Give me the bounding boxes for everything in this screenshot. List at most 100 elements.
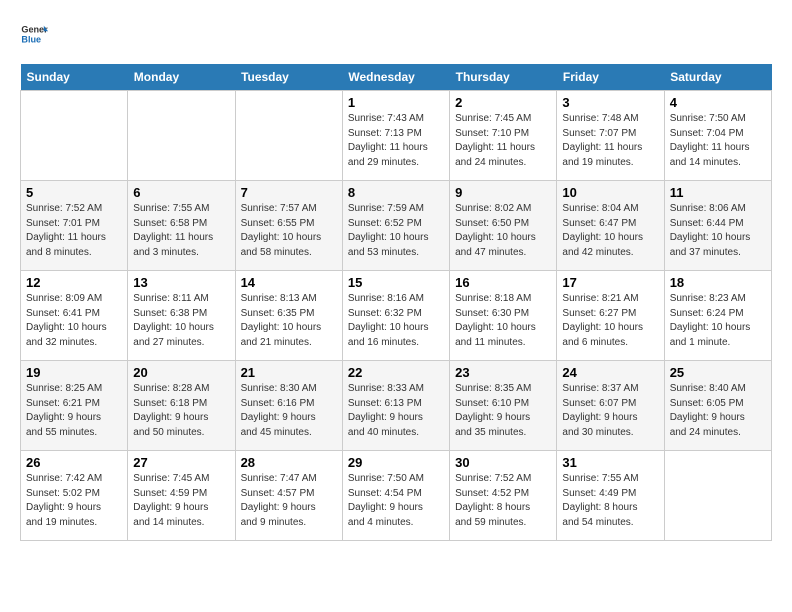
day-info: Sunrise: 8:09 AM Sunset: 6:41 PM Dayligh… bbox=[26, 292, 122, 350]
day-number: 12 bbox=[26, 275, 122, 290]
day-number: 9 bbox=[455, 185, 551, 200]
day-info: Sunrise: 7:52 AM Sunset: 7:01 PM Dayligh… bbox=[26, 202, 122, 260]
calendar-cell: 15 Sunrise: 8:16 AM Sunset: 6:32 PM Dayli… bbox=[342, 271, 449, 361]
calendar-cell: 4 Sunrise: 7:50 AM Sunset: 7:04 PM Daylig… bbox=[664, 91, 771, 181]
day-info: Sunrise: 7:50 AM Sunset: 7:04 PM Dayligh… bbox=[670, 112, 766, 170]
calendar-cell: 13Sunrise: 8:11 AM Sunset: 6:38 PM Dayli… bbox=[128, 271, 235, 361]
calendar-cell: 22 Sunrise: 8:33 AM Sunset: 6:13 PM Dayli… bbox=[342, 361, 449, 451]
calendar-table: SundayMondayTuesdayWednesdayThursdayFrid… bbox=[20, 64, 772, 541]
day-number: 27 bbox=[133, 455, 229, 470]
day-number: 21 bbox=[241, 365, 337, 380]
weekday-header-monday: Monday bbox=[128, 64, 235, 91]
day-info: Sunrise: 7:48 AM Sunset: 7:07 PM Dayligh… bbox=[562, 112, 658, 170]
day-info: Sunrise: 8:02 AM Sunset: 6:50 PM Dayligh… bbox=[455, 202, 551, 260]
day-info: Sunrise: 7:57 AM Sunset: 6:55 PM Dayligh… bbox=[241, 202, 337, 260]
calendar-cell: 30 Sunrise: 7:52 AM Sunset: 4:52 PM Dayli… bbox=[450, 451, 557, 541]
day-info: Sunrise: 7:45 AM Sunset: 4:59 PM Dayligh… bbox=[133, 472, 229, 530]
calendar-week-5: 26Sunrise: 7:42 AM Sunset: 5:02 PM Dayli… bbox=[21, 451, 772, 541]
page-header: General Blue bbox=[20, 20, 772, 48]
day-number: 5 bbox=[26, 185, 122, 200]
weekday-header-row: SundayMondayTuesdayWednesdayThursdayFrid… bbox=[21, 64, 772, 91]
day-number: 7 bbox=[241, 185, 337, 200]
calendar-cell: 11Sunrise: 8:06 AM Sunset: 6:44 PM Dayli… bbox=[664, 181, 771, 271]
calendar-cell: 5 Sunrise: 7:52 AM Sunset: 7:01 PM Daylig… bbox=[21, 181, 128, 271]
calendar-cell: 3 Sunrise: 7:48 AM Sunset: 7:07 PM Daylig… bbox=[557, 91, 664, 181]
day-info: Sunrise: 8:30 AM Sunset: 6:16 PM Dayligh… bbox=[241, 382, 337, 440]
day-number: 28 bbox=[241, 455, 337, 470]
calendar-cell: 18Sunrise: 8:23 AM Sunset: 6:24 PM Dayli… bbox=[664, 271, 771, 361]
calendar-cell: 28 Sunrise: 7:47 AM Sunset: 4:57 PM Dayli… bbox=[235, 451, 342, 541]
day-info: Sunrise: 7:47 AM Sunset: 4:57 PM Dayligh… bbox=[241, 472, 337, 530]
day-number: 20 bbox=[133, 365, 229, 380]
day-info: Sunrise: 7:45 AM Sunset: 7:10 PM Dayligh… bbox=[455, 112, 551, 170]
day-number: 25 bbox=[670, 365, 766, 380]
day-info: Sunrise: 8:11 AM Sunset: 6:38 PM Dayligh… bbox=[133, 292, 229, 350]
day-number: 30 bbox=[455, 455, 551, 470]
calendar-cell: 26Sunrise: 7:42 AM Sunset: 5:02 PM Dayli… bbox=[21, 451, 128, 541]
day-info: Sunrise: 8:35 AM Sunset: 6:10 PM Dayligh… bbox=[455, 382, 551, 440]
calendar-cell: 8Sunrise: 7:59 AM Sunset: 6:52 PM Daylig… bbox=[342, 181, 449, 271]
day-number: 3 bbox=[562, 95, 658, 110]
calendar-cell: 1 Sunrise: 7:43 AM Sunset: 7:13 PM Daylig… bbox=[342, 91, 449, 181]
day-info: Sunrise: 7:55 AM Sunset: 6:58 PM Dayligh… bbox=[133, 202, 229, 260]
calendar-cell: 16 Sunrise: 8:18 AM Sunset: 6:30 PM Dayli… bbox=[450, 271, 557, 361]
calendar-cell: 9 Sunrise: 8:02 AM Sunset: 6:50 PM Daylig… bbox=[450, 181, 557, 271]
day-info: Sunrise: 8:16 AM Sunset: 6:32 PM Dayligh… bbox=[348, 292, 444, 350]
weekday-header-friday: Friday bbox=[557, 64, 664, 91]
calendar-cell: 10 Sunrise: 8:04 AM Sunset: 6:47 PM Dayli… bbox=[557, 181, 664, 271]
day-info: Sunrise: 7:59 AM Sunset: 6:52 PM Dayligh… bbox=[348, 202, 444, 260]
weekday-header-sunday: Sunday bbox=[21, 64, 128, 91]
day-number: 31 bbox=[562, 455, 658, 470]
day-info: Sunrise: 8:28 AM Sunset: 6:18 PM Dayligh… bbox=[133, 382, 229, 440]
svg-text:Blue: Blue bbox=[21, 34, 41, 44]
calendar-cell: 23 Sunrise: 8:35 AM Sunset: 6:10 PM Dayli… bbox=[450, 361, 557, 451]
day-number: 1 bbox=[348, 95, 444, 110]
day-number: 24 bbox=[562, 365, 658, 380]
calendar-cell: 25Sunrise: 8:40 AM Sunset: 6:05 PM Dayli… bbox=[664, 361, 771, 451]
weekday-header-tuesday: Tuesday bbox=[235, 64, 342, 91]
day-info: Sunrise: 8:25 AM Sunset: 6:21 PM Dayligh… bbox=[26, 382, 122, 440]
weekday-header-saturday: Saturday bbox=[664, 64, 771, 91]
calendar-cell: 19 Sunrise: 8:25 AM Sunset: 6:21 PM Dayli… bbox=[21, 361, 128, 451]
calendar-cell bbox=[128, 91, 235, 181]
day-info: Sunrise: 7:52 AM Sunset: 4:52 PM Dayligh… bbox=[455, 472, 551, 530]
calendar-cell: 7 Sunrise: 7:57 AM Sunset: 6:55 PM Daylig… bbox=[235, 181, 342, 271]
calendar-cell: 27 Sunrise: 7:45 AM Sunset: 4:59 PM Dayli… bbox=[128, 451, 235, 541]
day-info: Sunrise: 8:33 AM Sunset: 6:13 PM Dayligh… bbox=[348, 382, 444, 440]
day-number: 29 bbox=[348, 455, 444, 470]
calendar-cell: 20 Sunrise: 8:28 AM Sunset: 6:18 PM Dayli… bbox=[128, 361, 235, 451]
calendar-cell: 17Sunrise: 8:21 AM Sunset: 6:27 PM Dayli… bbox=[557, 271, 664, 361]
calendar-week-1: 1 Sunrise: 7:43 AM Sunset: 7:13 PM Daylig… bbox=[21, 91, 772, 181]
day-number: 16 bbox=[455, 275, 551, 290]
calendar-cell: 14 Sunrise: 8:13 AM Sunset: 6:35 PM Dayli… bbox=[235, 271, 342, 361]
day-info: Sunrise: 8:13 AM Sunset: 6:35 PM Dayligh… bbox=[241, 292, 337, 350]
day-info: Sunrise: 8:18 AM Sunset: 6:30 PM Dayligh… bbox=[455, 292, 551, 350]
calendar-cell bbox=[235, 91, 342, 181]
calendar-cell: 2 Sunrise: 7:45 AM Sunset: 7:10 PM Daylig… bbox=[450, 91, 557, 181]
calendar-cell: 31Sunrise: 7:55 AM Sunset: 4:49 PM Dayli… bbox=[557, 451, 664, 541]
day-number: 2 bbox=[455, 95, 551, 110]
day-number: 4 bbox=[670, 95, 766, 110]
day-number: 10 bbox=[562, 185, 658, 200]
day-number: 15 bbox=[348, 275, 444, 290]
calendar-cell: 21 Sunrise: 8:30 AM Sunset: 6:16 PM Dayli… bbox=[235, 361, 342, 451]
day-info: Sunrise: 7:43 AM Sunset: 7:13 PM Dayligh… bbox=[348, 112, 444, 170]
day-info: Sunrise: 7:42 AM Sunset: 5:02 PM Dayligh… bbox=[26, 472, 122, 530]
calendar-cell bbox=[664, 451, 771, 541]
calendar-week-3: 12 Sunrise: 8:09 AM Sunset: 6:41 PM Dayli… bbox=[21, 271, 772, 361]
day-info: Sunrise: 7:50 AM Sunset: 4:54 PM Dayligh… bbox=[348, 472, 444, 530]
day-number: 17 bbox=[562, 275, 658, 290]
day-number: 23 bbox=[455, 365, 551, 380]
calendar-week-4: 19 Sunrise: 8:25 AM Sunset: 6:21 PM Dayli… bbox=[21, 361, 772, 451]
day-number: 19 bbox=[26, 365, 122, 380]
day-number: 14 bbox=[241, 275, 337, 290]
weekday-header-thursday: Thursday bbox=[450, 64, 557, 91]
day-info: Sunrise: 8:04 AM Sunset: 6:47 PM Dayligh… bbox=[562, 202, 658, 260]
calendar-cell bbox=[21, 91, 128, 181]
logo-icon: General Blue bbox=[20, 20, 48, 48]
calendar-cell: 6Sunrise: 7:55 AM Sunset: 6:58 PM Daylig… bbox=[128, 181, 235, 271]
day-info: Sunrise: 8:23 AM Sunset: 6:24 PM Dayligh… bbox=[670, 292, 766, 350]
day-number: 22 bbox=[348, 365, 444, 380]
day-number: 11 bbox=[670, 185, 766, 200]
calendar-cell: 12 Sunrise: 8:09 AM Sunset: 6:41 PM Dayli… bbox=[21, 271, 128, 361]
